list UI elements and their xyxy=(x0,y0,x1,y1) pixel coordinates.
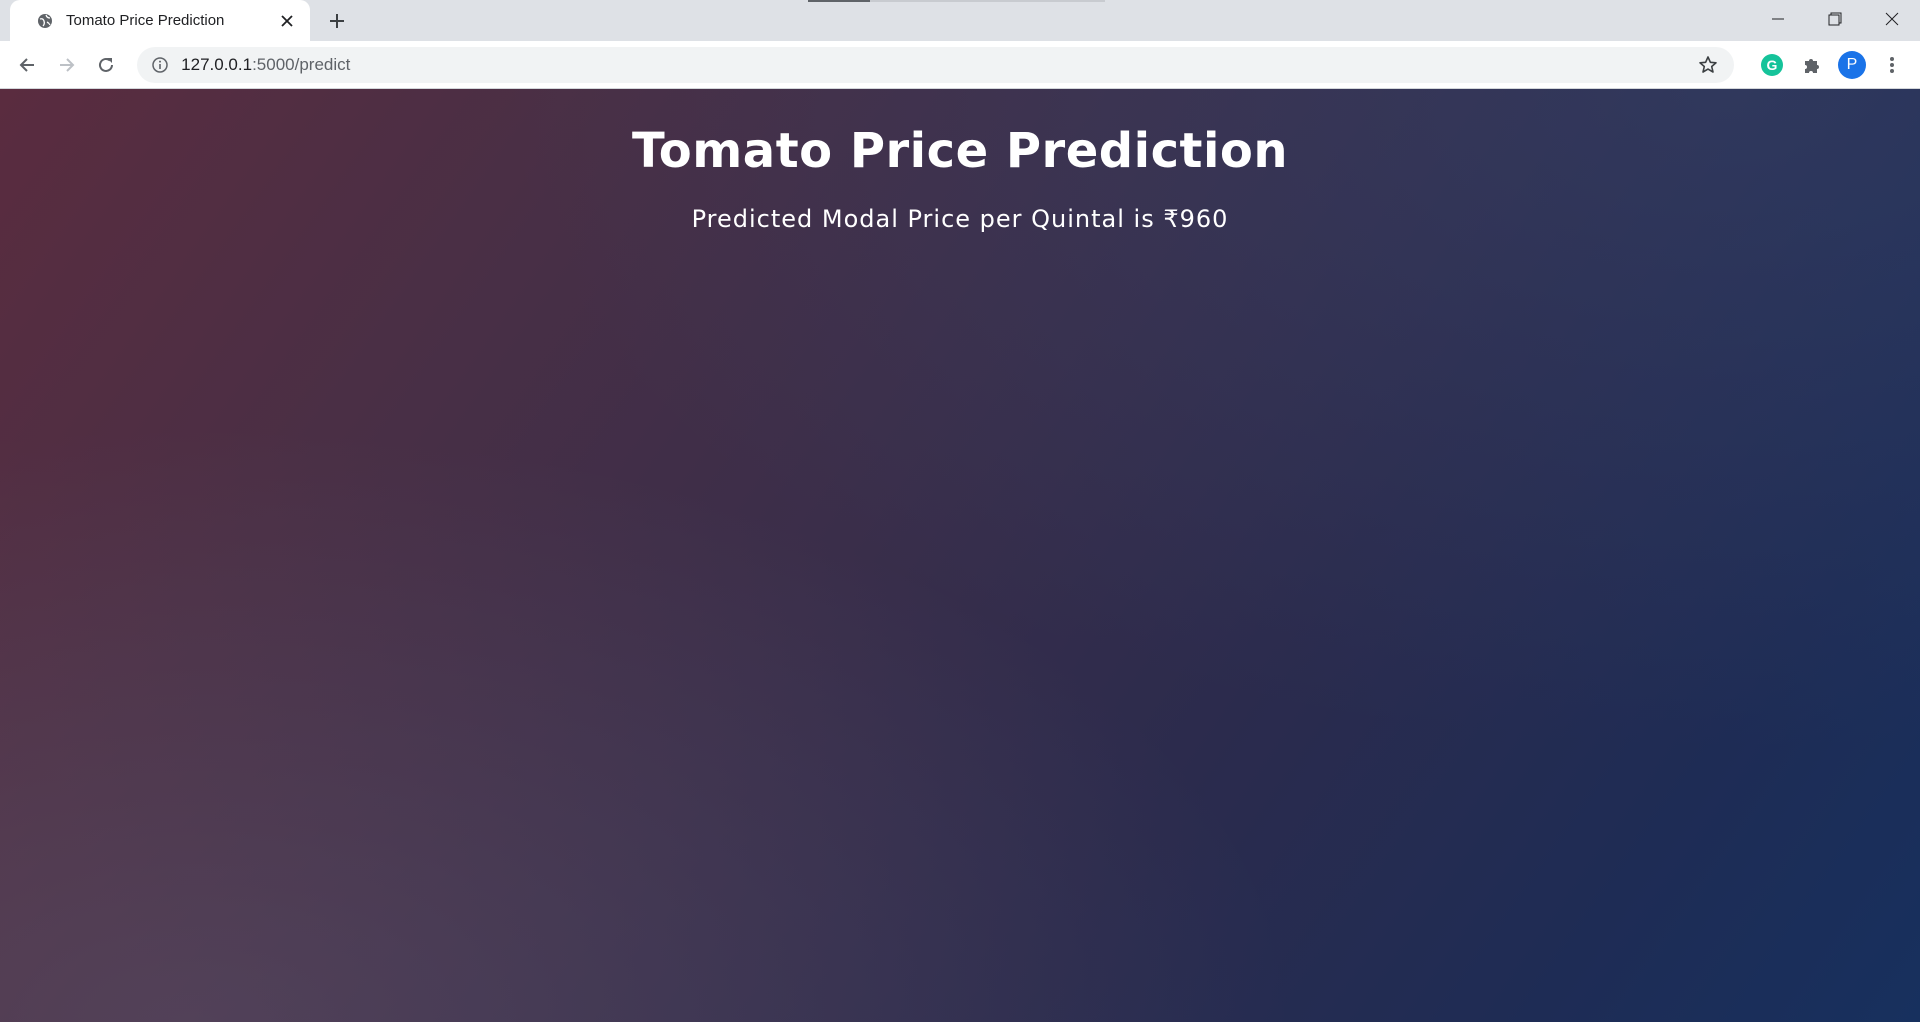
page-content: Tomato Price Prediction Predicted Modal … xyxy=(0,89,1920,233)
back-button[interactable] xyxy=(10,48,44,82)
avatar: P xyxy=(1838,50,1866,79)
forward-button[interactable] xyxy=(50,48,84,82)
address-bar[interactable]: 127.0.0.1:5000/predict xyxy=(137,46,1734,83)
close-icon[interactable] xyxy=(276,10,298,32)
prediction-result: Predicted Modal Price per Quintal is ₹96… xyxy=(691,205,1229,233)
globe-icon xyxy=(36,12,54,30)
window-controls xyxy=(1749,0,1920,41)
puzzle-icon[interactable] xyxy=(1794,47,1830,83)
browser-toolbar: 127.0.0.1:5000/predict G P xyxy=(0,41,1920,89)
tab-search-indicator-track xyxy=(870,0,1105,2)
grammarly-icon[interactable]: G xyxy=(1754,47,1790,83)
bookmark-star-icon[interactable] xyxy=(1696,53,1720,77)
tab-active[interactable]: Tomato Price Prediction xyxy=(10,0,310,41)
menu-kebab-icon[interactable] xyxy=(1874,47,1910,83)
restore-button[interactable] xyxy=(1806,0,1863,38)
minimize-button[interactable] xyxy=(1749,0,1806,38)
tab-title: Tomato Price Prediction xyxy=(66,12,225,29)
page-title: Tomato Price Prediction xyxy=(631,123,1289,179)
profile-avatar[interactable]: P xyxy=(1834,47,1870,83)
new-tab-button[interactable] xyxy=(323,7,351,35)
extensions-area: G P xyxy=(1750,47,1910,83)
url-path: :5000/predict xyxy=(252,54,351,74)
reload-button[interactable] xyxy=(89,48,123,82)
page-viewport: Tomato Price Prediction Predicted Modal … xyxy=(0,89,1920,1022)
browser-window: Tomato Price Prediction 127.0.0.1:5000/… xyxy=(0,0,1920,1022)
url-host: 127.0.0.1 xyxy=(181,54,253,74)
info-icon[interactable] xyxy=(151,56,169,74)
tab-strip: Tomato Price Prediction xyxy=(0,0,1920,41)
close-window-button[interactable] xyxy=(1863,0,1920,38)
tab-search-indicator xyxy=(808,0,870,2)
